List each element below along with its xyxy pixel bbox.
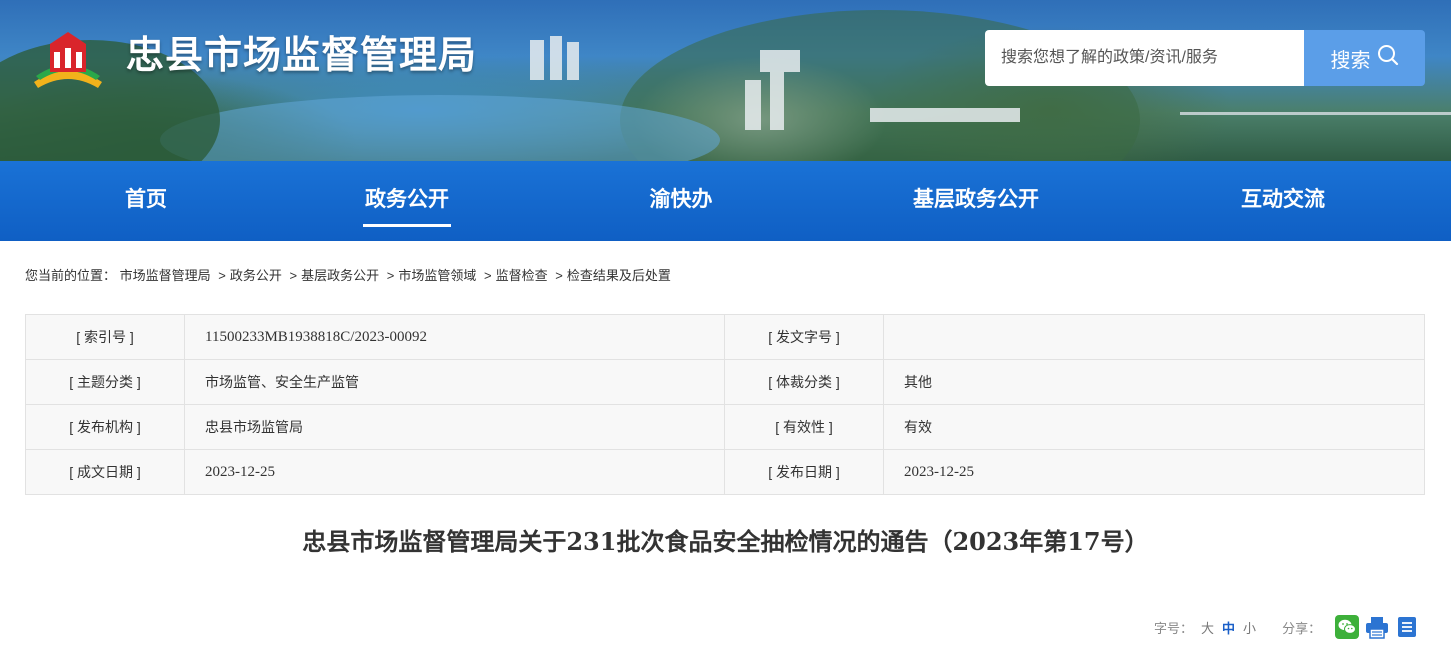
wechat-icon[interactable] — [1335, 615, 1360, 639]
breadcrumb-item[interactable]: 监督检查 — [496, 268, 548, 283]
font-size-large-button[interactable]: 大 — [1201, 618, 1214, 637]
table-row: [ 索引号 ] 11500233MB1938818C/2023-00092 [ … — [25, 314, 1425, 360]
breadcrumb-separator: > — [555, 268, 563, 283]
breadcrumb-separator: > — [483, 268, 492, 283]
article-tools: 字号： 大 中 小 分享： — [1154, 614, 1419, 640]
table-row: [ 发布机构 ] 忠县市场监管局 [ 有效性 ] 有效 — [25, 404, 1425, 450]
share-label: 分享： — [1282, 620, 1322, 636]
nav-item-grassroots-affairs[interactable]: 基层政务公开 — [910, 161, 1042, 241]
doc-icon[interactable] — [1395, 615, 1419, 639]
meta-value: 2023-12-25 — [883, 449, 1425, 495]
meta-value: 市场监管、安全生产监管 — [184, 359, 725, 405]
site-title[interactable]: 忠县市场监督管理局 — [126, 30, 477, 80]
meta-key: [ 成文日期 ] — [25, 449, 185, 495]
meta-key: [ 索引号 ] — [25, 314, 185, 360]
meta-key: [ 有效性 ] — [724, 404, 884, 450]
breadcrumb-item[interactable]: 市场监督管理局 — [120, 268, 211, 283]
document-meta-table: [ 索引号 ] 11500233MB1938818C/2023-00092 [ … — [25, 314, 1425, 495]
banner-decoration — [550, 36, 562, 80]
nav-item-yukuaiban[interactable]: 渝快办 — [648, 161, 714, 241]
search-input[interactable] — [985, 30, 1305, 86]
banner-decoration — [745, 80, 761, 130]
font-size-small-button[interactable]: 小 — [1243, 618, 1256, 637]
breadcrumb: 您当前的位置： 市场监督管理局 > 政务公开 > 基层政务公开 > 市场监管领域 > 监… — [25, 266, 671, 286]
breadcrumb-item[interactable]: 政务公开 — [230, 268, 282, 283]
font-size-label: 字号： — [1154, 620, 1194, 636]
meta-key: [ 发文字号 ] — [724, 314, 884, 360]
search-icon — [1377, 44, 1399, 72]
meta-value: 有效 — [883, 404, 1425, 450]
table-row: [ 成文日期 ] 2023-12-25 [ 发布日期 ] 2023-12-25 — [25, 449, 1425, 495]
article-title: 忠县市场监督管理局关于231批次食品安全抽检情况的通告（2023年第17号） — [302, 527, 1149, 556]
meta-value: 其他 — [883, 359, 1425, 405]
breadcrumb-prefix: 您当前的位置： — [25, 268, 117, 283]
breadcrumb-item[interactable]: 基层政务公开 — [301, 268, 379, 283]
breadcrumb-item[interactable]: 检查结果及后处置 — [567, 268, 671, 283]
banner-decoration — [870, 108, 1020, 122]
print-icon[interactable] — [1365, 615, 1389, 639]
meta-value: 2023-12-25 — [184, 449, 725, 495]
banner-decoration — [530, 40, 544, 80]
meta-key: [ 发布机构 ] — [25, 404, 185, 450]
nav-item-home[interactable]: 首页 — [124, 161, 168, 241]
banner-decoration — [1180, 112, 1451, 115]
meta-value — [883, 314, 1425, 360]
font-size-medium-button[interactable]: 中 — [1222, 618, 1235, 637]
breadcrumb-item[interactable]: 市场监管领域 — [398, 268, 476, 283]
banner-decoration — [760, 50, 800, 72]
meta-value: 11500233MB1938818C/2023-00092 — [184, 314, 725, 360]
banner-decoration — [770, 72, 784, 130]
site-logo-icon[interactable] — [30, 30, 106, 90]
table-row: [ 主题分类 ] 市场监管、安全生产监管 [ 体裁分类 ] 其他 — [25, 359, 1425, 405]
meta-key: [ 体裁分类 ] — [724, 359, 884, 405]
nav-item-government-affairs[interactable]: 政务公开 — [363, 161, 451, 241]
banner-decoration — [567, 42, 579, 80]
main-nav: 首页 政务公开 渝快办 基层政务公开 互动交流 — [0, 161, 1451, 241]
nav-item-interaction[interactable]: 互动交流 — [1239, 161, 1327, 241]
meta-value: 忠县市场监管局 — [184, 404, 725, 450]
breadcrumb-separator: > — [289, 268, 298, 283]
meta-key: [ 发布日期 ] — [724, 449, 884, 495]
search-button-label: 搜索 — [1330, 49, 1371, 72]
meta-key: [ 主题分类 ] — [25, 359, 185, 405]
search-button[interactable]: 搜索 — [1304, 30, 1425, 86]
breadcrumb-separator: > — [218, 268, 226, 283]
breadcrumb-separator: > — [386, 268, 395, 283]
